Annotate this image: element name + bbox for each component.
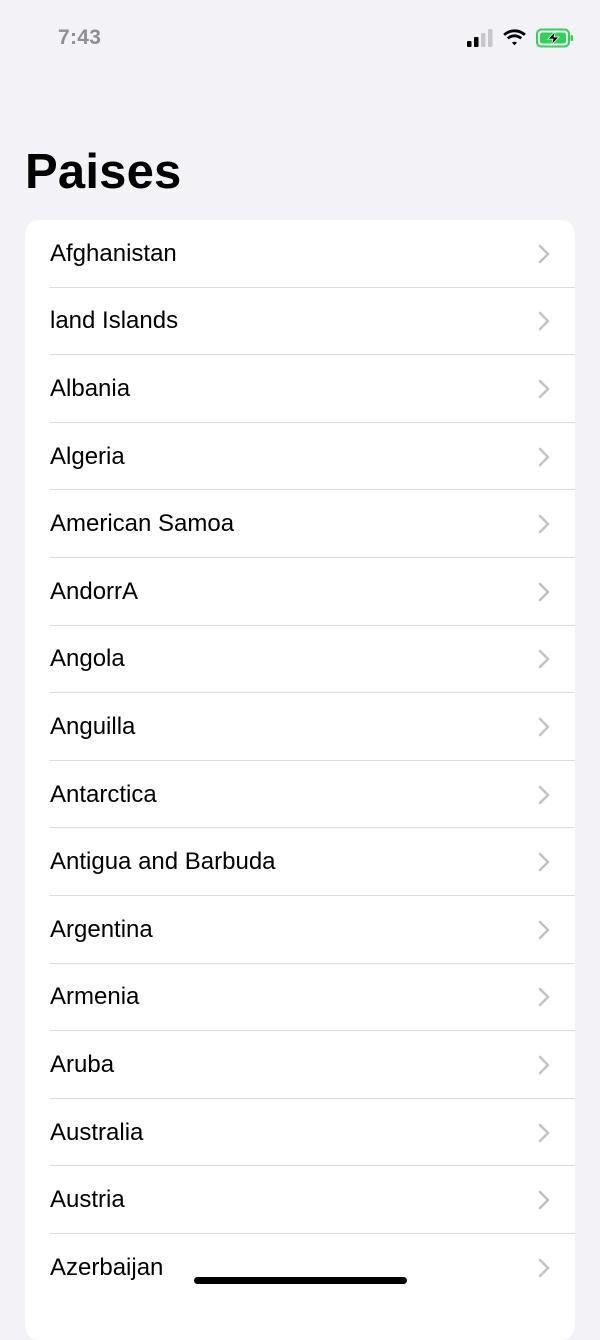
chevron-right-icon bbox=[538, 447, 550, 466]
list-item[interactable]: land Islands bbox=[25, 288, 575, 356]
cellular-signal-icon bbox=[467, 29, 493, 47]
list-item[interactable]: Angola bbox=[25, 626, 575, 694]
battery-charging-icon bbox=[536, 28, 573, 48]
country-label: Antigua and Barbuda bbox=[50, 848, 276, 876]
chevron-right-icon bbox=[538, 312, 550, 331]
list-item[interactable]: Austria bbox=[25, 1166, 575, 1234]
status-icons bbox=[467, 26, 574, 50]
country-label: Albania bbox=[50, 374, 131, 402]
list-item[interactable]: Afghanistan bbox=[25, 220, 575, 288]
list-item[interactable]: Anguilla bbox=[25, 693, 575, 761]
list-item[interactable]: American Samoa bbox=[25, 490, 575, 558]
country-label: Antarctica bbox=[50, 780, 157, 808]
country-label: Angola bbox=[50, 645, 125, 673]
country-label: Afghanistan bbox=[50, 239, 177, 267]
list-item[interactable]: AndorrA bbox=[25, 558, 575, 626]
chevron-right-icon bbox=[538, 1055, 550, 1075]
country-label: Algeria bbox=[50, 442, 125, 470]
chevron-right-icon bbox=[538, 852, 550, 872]
chevron-right-icon bbox=[538, 785, 550, 804]
country-label: land Islands bbox=[50, 307, 179, 335]
chevron-right-icon bbox=[538, 920, 550, 940]
country-label: AndorrA bbox=[50, 577, 139, 605]
chevron-right-icon bbox=[538, 1123, 550, 1142]
list-item[interactable]: Azerbaijan bbox=[25, 1234, 575, 1302]
list-item[interactable]: Armenia bbox=[25, 964, 575, 1032]
chevron-right-icon bbox=[538, 1258, 550, 1278]
status-time: 7:43 bbox=[58, 26, 102, 49]
country-label: Argentina bbox=[50, 915, 153, 943]
chevron-right-icon bbox=[538, 988, 550, 1007]
list-item[interactable]: Argentina bbox=[25, 896, 575, 964]
chevron-right-icon bbox=[538, 514, 550, 534]
country-label: Austria bbox=[50, 1186, 125, 1214]
page-title: Paises bbox=[25, 145, 182, 199]
wifi-icon bbox=[503, 29, 526, 46]
list-item[interactable]: Aruba bbox=[25, 1031, 575, 1099]
chevron-right-icon bbox=[538, 582, 550, 602]
list-item[interactable]: Australia bbox=[25, 1099, 575, 1167]
list-item[interactable]: Albania bbox=[25, 355, 575, 423]
list-item[interactable]: Antigua and Barbuda bbox=[25, 828, 575, 896]
list-item[interactable]: Antarctica bbox=[25, 761, 575, 829]
home-indicator[interactable] bbox=[194, 1277, 407, 1284]
country-label: Armenia bbox=[50, 983, 140, 1011]
chevron-right-icon bbox=[538, 717, 550, 737]
status-bar: 7:43 bbox=[0, 0, 600, 76]
country-label: Azerbaijan bbox=[50, 1253, 164, 1281]
country-label: Australia bbox=[50, 1118, 144, 1146]
country-label: Aruba bbox=[50, 1050, 115, 1078]
chevron-right-icon bbox=[538, 244, 550, 264]
chevron-right-icon bbox=[538, 1190, 550, 1210]
country-label: American Samoa bbox=[50, 510, 235, 538]
chevron-right-icon bbox=[538, 650, 550, 669]
chevron-right-icon bbox=[538, 379, 550, 399]
list-item[interactable]: Algeria bbox=[25, 423, 575, 491]
country-list: Afghanistan land Islands Albania Algeria Ame… bbox=[25, 220, 575, 1340]
country-label: Anguilla bbox=[50, 712, 136, 740]
